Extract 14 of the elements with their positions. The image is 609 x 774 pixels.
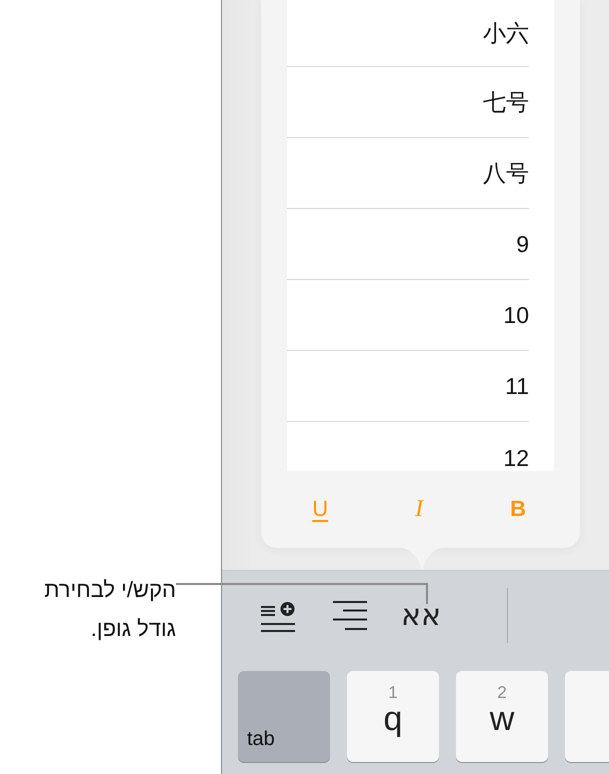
- callout-text: הקש/י לבחירת גודל גופן.: [43, 576, 176, 643]
- insert-list-icon[interactable]: [261, 600, 295, 632]
- font-size-option[interactable]: 10: [287, 280, 529, 351]
- font-size-option[interactable]: 八号: [287, 138, 529, 209]
- tab-key[interactable]: tab: [238, 671, 330, 762]
- font-size-option[interactable]: 小六: [287, 0, 529, 67]
- font-size-option[interactable]: 七号: [287, 67, 529, 138]
- font-size-button[interactable]: אא: [401, 598, 442, 632]
- font-size-option[interactable]: 11: [287, 351, 529, 422]
- font-size-option[interactable]: 9: [287, 209, 529, 280]
- keyboard-key[interactable]: 1 q: [347, 671, 439, 762]
- align-right-icon[interactable]: [333, 600, 367, 630]
- font-size-option[interactable]: 12: [287, 422, 529, 470]
- keyboard-key[interactable]: 2 w: [456, 671, 548, 762]
